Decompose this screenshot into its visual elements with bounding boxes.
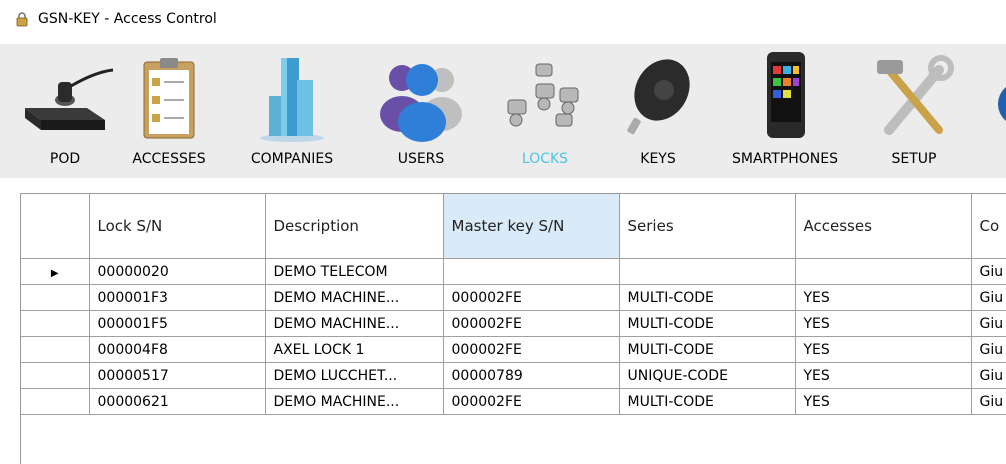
users-button[interactable]: USERS xyxy=(376,44,466,178)
cell-company[interactable]: Giu xyxy=(971,284,1006,311)
table-row[interactable]: 00000621 DEMO MACHINE... 000002FE MULTI-… xyxy=(21,388,1006,415)
column-header-lock-sn[interactable]: Lock S/N xyxy=(89,194,266,259)
smartphone-icon xyxy=(767,52,805,138)
cell-accesses[interactable]: YES xyxy=(795,388,972,415)
column-header-description[interactable]: Description xyxy=(265,194,444,259)
cell-series[interactable]: MULTI-CODE xyxy=(619,336,796,363)
cell-master-key-sn[interactable]: 00000789 xyxy=(443,362,620,389)
cell-company[interactable]: Giu xyxy=(971,310,1006,337)
locks-table: Lock S/N Description Master key S/N Seri… xyxy=(21,194,1006,415)
building-icon xyxy=(260,58,324,142)
cell-series[interactable]: MULTI-CODE xyxy=(619,388,796,415)
locks-button[interactable]: LOCKS xyxy=(500,44,590,178)
column-header-company[interactable]: Co xyxy=(971,194,1006,259)
table-row[interactable]: 000001F3 DEMO MACHINE... 000002FE MULTI-… xyxy=(21,284,1006,311)
row-header[interactable] xyxy=(21,336,90,363)
window-title: GSN-KEY - Access Control xyxy=(38,11,217,27)
app-lock-icon xyxy=(16,12,28,27)
cell-master-key-sn[interactable]: 000002FE xyxy=(443,310,620,337)
cell-company[interactable]: Giu xyxy=(971,388,1006,415)
title-bar: GSN-KEY - Access Control xyxy=(0,0,1006,40)
cell-master-key-sn[interactable] xyxy=(443,258,620,285)
column-header-series[interactable]: Series xyxy=(619,194,796,259)
current-row-marker: ▶ xyxy=(50,267,59,279)
accesses-button[interactable]: ACCESSES xyxy=(128,44,210,178)
companies-button[interactable]: COMPANIES xyxy=(246,44,338,178)
cell-series[interactable]: MULTI-CODE xyxy=(619,284,796,311)
header-row: Lock S/N Description Master key S/N Seri… xyxy=(21,194,1006,259)
table-row[interactable]: 00000517 DEMO LUCCHET... 00000789 UNIQUE… xyxy=(21,362,1006,389)
cell-accesses[interactable]: YES xyxy=(795,310,972,337)
cell-lock-sn[interactable]: 00000517 xyxy=(89,362,266,389)
key-fob-icon xyxy=(627,59,690,135)
tools-icon xyxy=(877,55,954,135)
locks-icon xyxy=(507,63,579,127)
cell-company[interactable]: Giu xyxy=(971,336,1006,363)
pod-label: POD xyxy=(49,151,81,167)
row-header[interactable] xyxy=(21,388,90,415)
smartphones-button[interactable]: SMARTPHONES xyxy=(726,44,844,178)
setup-label: SETUP xyxy=(891,151,937,167)
cell-series[interactable] xyxy=(619,258,796,285)
locks-grid: Lock S/N Description Master key S/N Seri… xyxy=(20,193,1006,464)
cell-lock-sn[interactable]: 000001F5 xyxy=(89,310,266,337)
cell-description[interactable]: DEMO TELECOM xyxy=(265,258,444,285)
row-header[interactable]: ▶ xyxy=(21,258,90,285)
cell-lock-sn[interactable]: 00000621 xyxy=(89,388,266,415)
cell-series[interactable]: MULTI-CODE xyxy=(619,310,796,337)
cell-company[interactable]: Giu xyxy=(971,362,1006,389)
row-header[interactable] xyxy=(21,284,90,311)
smartphones-label: SMARTPHONES xyxy=(732,151,838,167)
cell-description[interactable]: DEMO MACHINE... xyxy=(265,388,444,415)
cell-accesses[interactable]: YES xyxy=(795,284,972,311)
row-header[interactable] xyxy=(21,310,90,337)
cell-master-key-sn[interactable]: 000002FE xyxy=(443,388,620,415)
clipboard-lock-icon xyxy=(143,58,195,139)
locks-label: LOCKS xyxy=(521,151,569,167)
cell-lock-sn[interactable]: 000001F3 xyxy=(89,284,266,311)
cell-series[interactable]: UNIQUE-CODE xyxy=(619,362,796,389)
keys-button[interactable]: KEYS xyxy=(618,44,698,178)
cell-accesses[interactable]: YES xyxy=(795,336,972,363)
main-toolbar: POD ACCESSES COMPANIES USERS LOCKS KEYS … xyxy=(0,44,1006,178)
table-row[interactable]: 000001F5 DEMO MACHINE... 000002FE MULTI-… xyxy=(21,310,1006,337)
column-header-master-key-sn[interactable]: Master key S/N xyxy=(443,194,620,259)
pod-button[interactable]: POD xyxy=(10,44,120,178)
cell-description[interactable]: AXEL LOCK 1 xyxy=(265,336,444,363)
row-header[interactable] xyxy=(21,362,90,389)
keys-label: KEYS xyxy=(640,151,676,167)
column-header-accesses[interactable]: Accesses xyxy=(795,194,972,259)
setup-button[interactable]: SETUP xyxy=(868,44,960,178)
cell-lock-sn[interactable]: 000004F8 xyxy=(89,336,266,363)
cell-accesses[interactable]: YES xyxy=(795,362,972,389)
users-icon xyxy=(380,64,462,142)
cell-accesses[interactable] xyxy=(795,258,972,285)
companies-label: COMPANIES xyxy=(250,151,334,167)
cell-description[interactable]: DEMO MACHINE... xyxy=(265,310,444,337)
cell-company[interactable]: Giu xyxy=(971,258,1006,285)
table-row[interactable]: 000004F8 AXEL LOCK 1 000002FE MULTI-CODE… xyxy=(21,336,1006,363)
cell-master-key-sn[interactable]: 000002FE xyxy=(443,336,620,363)
cell-description[interactable]: DEMO MACHINE... xyxy=(265,284,444,311)
users-label: USERS xyxy=(397,151,445,167)
pod-icon xyxy=(25,68,114,130)
row-header-corner xyxy=(21,194,90,259)
cell-lock-sn[interactable]: 00000020 xyxy=(89,258,266,285)
cell-description[interactable]: DEMO LUCCHET... xyxy=(265,362,444,389)
cell-master-key-sn[interactable]: 000002FE xyxy=(443,284,620,311)
table-row[interactable]: ▶ 00000020 DEMO TELECOM Giu xyxy=(21,258,1006,285)
accesses-label: ACCESSES xyxy=(132,151,206,167)
globe-icon[interactable] xyxy=(990,74,1006,134)
